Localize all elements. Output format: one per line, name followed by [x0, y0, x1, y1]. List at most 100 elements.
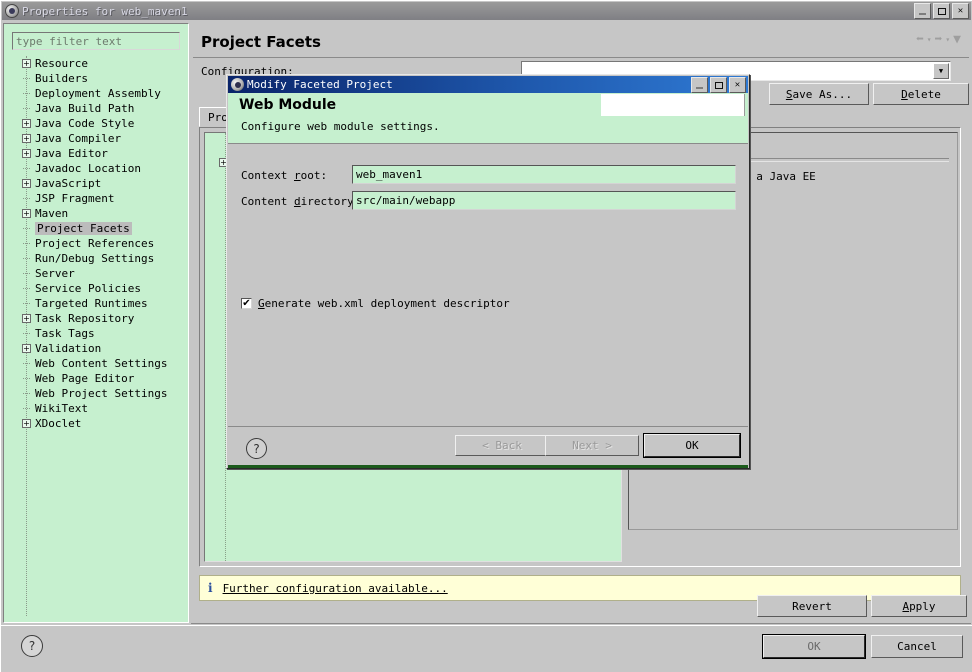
tree-connector [23, 408, 30, 410]
modify-faceted-project-dialog: Modify Faceted Project ✕ Web Module Conf… [226, 74, 750, 469]
sidebar-item-server[interactable]: Server [4, 266, 188, 281]
back-menu-icon[interactable]: ▾ [927, 35, 932, 44]
sidebar-item-builders[interactable]: Builders [4, 71, 188, 86]
sidebar-item-label: Web Project Settings [35, 387, 168, 400]
title-separator [193, 57, 969, 58]
tree-connector [23, 333, 30, 335]
cancel-button[interactable]: Cancel [871, 635, 963, 658]
expand-icon[interactable]: + [22, 419, 31, 428]
sidebar-item-java-code-style[interactable]: + Java Code Style [4, 116, 188, 131]
revert-button[interactable]: Revert [757, 595, 867, 617]
sidebar-item-java-build-path[interactable]: Java Build Path [4, 101, 188, 116]
sidebar-item-label: JavaScript [35, 177, 102, 190]
expand-icon[interactable]: + [22, 119, 31, 128]
maximize-button[interactable] [933, 3, 950, 19]
save-as-button[interactable]: Save As... [769, 83, 869, 105]
close-button[interactable]: ✕ [952, 3, 969, 19]
sidebar-item-label: Server [35, 267, 75, 280]
tree-connector [23, 243, 30, 245]
back-button[interactable]: < Back [455, 435, 549, 456]
help-icon[interactable]: ? [246, 438, 267, 459]
tree-connector [23, 303, 30, 305]
sidebar-item-label: Project Facets [35, 222, 132, 235]
navigation-arrows: ⬅ ▾ ➡ ▾ ▼ [916, 33, 961, 46]
header-banner-image [601, 94, 745, 116]
sidebar-item-javadoc-location[interactable]: Javadoc Location [4, 161, 188, 176]
dialog-ok-button[interactable]: OK [644, 434, 740, 457]
gear-icon [231, 78, 244, 91]
sidebar-item-project-facets[interactable]: Project Facets [4, 221, 188, 236]
sidebar-item-run-debug-settings[interactable]: Run/Debug Settings [4, 251, 188, 266]
sidebar-item-label: Run/Debug Settings [35, 252, 155, 265]
tree-connector [23, 198, 30, 200]
help-icon[interactable]: ? [21, 635, 43, 657]
content-directory-input[interactable]: src/main/webapp [352, 191, 736, 210]
delete-button[interactable]: Delete [873, 83, 969, 105]
sidebar-item-resource[interactable]: + Resource [4, 56, 188, 71]
forward-arrow-icon[interactable]: ➡ [935, 33, 943, 46]
sidebar-item-label: Task Tags [35, 327, 95, 340]
ok-button[interactable]: OK [763, 635, 865, 658]
expand-icon[interactable]: + [22, 179, 31, 188]
apply-button[interactable]: Apply [871, 595, 967, 617]
view-menu-icon[interactable]: ▼ [953, 33, 961, 46]
tree-connector [23, 378, 30, 380]
dialog-close-button[interactable]: ✕ [729, 77, 746, 93]
sidebar-item-task-repository[interactable]: + Task Repository [4, 311, 188, 326]
sidebar-item-java-editor[interactable]: + Java Editor [4, 146, 188, 161]
sidebar-item-web-page-editor[interactable]: Web Page Editor [4, 371, 188, 386]
dialog-header: Web Module Configure web module settings… [228, 93, 748, 143]
content-directory-label: Content directory: [241, 195, 361, 208]
expand-icon[interactable]: + [22, 209, 31, 218]
window-controls: ✕ [914, 3, 969, 19]
chevron-down-icon[interactable]: ▼ [933, 63, 949, 79]
further-configuration-link[interactable]: Further configuration available... [223, 582, 448, 595]
filter-input[interactable]: type filter text [12, 32, 180, 50]
expand-icon[interactable]: + [22, 134, 31, 143]
dialog-minimize-button[interactable] [691, 77, 708, 93]
sidebar-item-task-tags[interactable]: Task Tags [4, 326, 188, 341]
expand-icon[interactable]: + [22, 344, 31, 353]
dialog-footer: ? < Back Next > OK [228, 428, 748, 468]
next-button[interactable]: Next > [545, 435, 639, 456]
settings-sidebar: type filter text + Resource Builders Deploy… [3, 23, 189, 623]
sidebar-item-label: Java Compiler [35, 132, 122, 145]
generate-webxml-label: Generate web.xml deployment descriptor [258, 297, 510, 310]
sidebar-item-label: Project References [35, 237, 155, 250]
sidebar-item-jsp-fragment[interactable]: JSP Fragment [4, 191, 188, 206]
sidebar-item-validation[interactable]: + Validation [4, 341, 188, 356]
settings-tree[interactable]: + Resource Builders Deployment Assembly Java… [4, 56, 188, 616]
sidebar-item-web-project-settings[interactable]: Web Project Settings [4, 386, 188, 401]
sidebar-item-label: WikiText [35, 402, 88, 415]
sidebar-item-xdoclet[interactable]: + XDoclet [4, 416, 188, 431]
dialog-bottom-edge [228, 465, 748, 468]
sidebar-item-web-content-settings[interactable]: Web Content Settings [4, 356, 188, 371]
forward-menu-icon[interactable]: ▾ [945, 35, 950, 44]
sidebar-item-label: Builders [35, 72, 88, 85]
expand-icon[interactable]: + [22, 314, 31, 323]
dialog-titlebar: Modify Faceted Project ✕ [228, 76, 748, 93]
sidebar-item-label: Maven [35, 207, 69, 220]
sidebar-item-deployment-assembly[interactable]: Deployment Assembly [4, 86, 188, 101]
sidebar-item-wikitext[interactable]: WikiText [4, 401, 188, 416]
expand-icon[interactable]: + [22, 149, 31, 158]
context-root-label: Context root: [241, 169, 328, 182]
sidebar-item-service-policies[interactable]: Service Policies [4, 281, 188, 296]
sidebar-item-label: Validation [35, 342, 102, 355]
sidebar-item-javascript[interactable]: + JavaScript [4, 176, 188, 191]
sidebar-item-targeted-runtimes[interactable]: Targeted Runtimes [4, 296, 188, 311]
sidebar-item-label: Java Code Style [35, 117, 135, 130]
minimize-button[interactable] [914, 3, 931, 19]
sidebar-item-maven[interactable]: + Maven [4, 206, 188, 221]
sidebar-item-label: Javadoc Location [35, 162, 141, 175]
back-arrow-icon[interactable]: ⬅ [916, 33, 924, 46]
checkbox-icon[interactable]: ✔ [241, 298, 252, 309]
tree-connector [23, 258, 30, 260]
generate-webxml-row[interactable]: ✔ Generate web.xml deployment descriptor [241, 297, 510, 310]
dialog-maximize-button[interactable] [710, 77, 727, 93]
sidebar-item-label: Java Editor [35, 147, 108, 160]
context-root-input[interactable]: web_maven1 [352, 165, 736, 184]
expand-icon[interactable]: + [22, 59, 31, 68]
sidebar-item-project-references[interactable]: Project References [4, 236, 188, 251]
sidebar-item-java-compiler[interactable]: + Java Compiler [4, 131, 188, 146]
